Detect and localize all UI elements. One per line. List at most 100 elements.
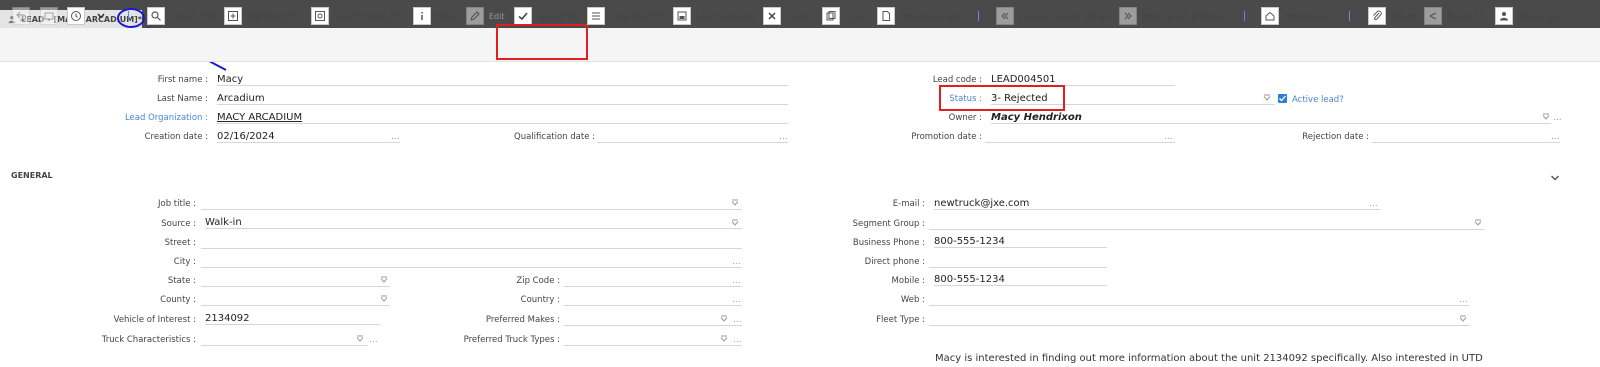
selection-button[interactable]: Selection (F3) [587,6,665,26]
truck-characteristics-select[interactable] [201,334,368,346]
segment-group-select[interactable] [929,218,1485,230]
save-button[interactable]: Save (F10) [514,6,580,26]
resources-button[interactable]: Resources [1495,6,1559,26]
more-dropdown-button[interactable] [96,6,106,26]
qualification-date-field[interactable] [597,131,788,143]
dropdown-icon[interactable] [1263,94,1271,102]
chevron-down-icon[interactable] [1550,174,1560,182]
web-field[interactable] [929,294,1469,306]
redo-button[interactable] [40,6,58,26]
toolbar-separator [1244,11,1245,21]
preferred-truck-types-select[interactable] [564,334,742,346]
ellipsis-icon[interactable]: ... [733,335,742,345]
add-new-button[interactable]: Add New (F6) [224,6,301,26]
vehicle-of-interest-field[interactable]: 2134092 [205,313,380,325]
dropdown-icon[interactable] [731,199,739,207]
dropdown-icon[interactable] [1459,315,1467,323]
double-chevron-left-icon [1001,12,1009,20]
dropdown-icon[interactable] [731,219,739,227]
city-field[interactable] [201,256,742,268]
history-button[interactable] [67,6,85,26]
vehicle-of-interest-label: Vehicle of Interest : [113,315,196,325]
undo-icon [16,11,27,21]
save-highlight-box [496,24,588,60]
ellipsis-icon[interactable]: ... [733,315,742,325]
dropdown-icon[interactable] [380,276,388,284]
creation-date-label: Creation date : [144,132,208,142]
job-title-label: Job title : [158,199,196,209]
street-field[interactable] [201,237,742,249]
owner-field[interactable]: Macy Hendrixon [991,112,1551,124]
lead-organization-link[interactable]: Lead Organization : [125,113,208,123]
copy-button[interactable]: Copy [822,6,865,26]
ellipsis-icon[interactable]: ... [1369,199,1378,209]
ellipsis-icon[interactable]: ... [732,295,741,305]
dropdown-icon[interactable] [380,295,388,303]
ellipsis-icon[interactable]: ... [779,132,788,142]
document-icon [882,11,890,21]
undo-button[interactable] [12,6,30,26]
ellipsis-icon[interactable]: ... [732,276,741,286]
ellipsis-icon[interactable]: ... [732,257,741,267]
county-select[interactable] [201,294,390,306]
edit-button[interactable]: Edit [466,6,505,26]
delete-button[interactable]: Delete [763,6,812,26]
promotion-date-field[interactable] [985,131,1175,143]
dropdown-icon[interactable] [1474,219,1482,227]
creation-date-field[interactable]: 02/16/2024 [217,131,400,143]
search-button[interactable]: Search (F4) [147,6,216,26]
search-mode-button[interactable]: Search mode (F7) [311,6,405,26]
home-page-button[interactable]: Home page [1261,6,1330,26]
edit-icon [470,11,480,21]
last-name-field[interactable]: Arcadium [217,93,788,105]
ellipsis-icon[interactable]: ... [1164,132,1173,142]
ellipsis-icon[interactable]: ... [369,335,378,345]
web-label: Web : [900,295,925,305]
active-lead-checkbox[interactable] [1278,94,1287,103]
toolbar-separator [978,11,979,21]
list-icon [592,12,600,20]
fleet-type-select[interactable] [929,314,1470,326]
next-record-button[interactable]: Next record (PgDwn) [1119,6,1225,26]
first-name-field[interactable]: Macy [217,74,788,86]
lead-organization-field[interactable]: MACY ARCADIUM [217,112,788,124]
new-document-button[interactable]: New document [877,6,960,26]
ellipsis-icon[interactable]: ... [1551,132,1560,142]
business-phone-field[interactable]: 800-555-1234 [934,236,1107,248]
home-icon [1265,11,1275,21]
qualification-date-label: Qualification date : [514,132,595,142]
lead-notes-text[interactable]: Macy is interested in finding out more i… [935,353,1483,364]
country-field[interactable] [564,294,742,306]
ellipsis-icon[interactable]: ... [391,132,400,142]
rejection-date-label: Rejection date : [1302,132,1369,142]
mobile-field[interactable]: 800-555-1234 [934,274,1107,286]
source-select[interactable]: Walk-in [205,217,742,229]
dropdown-icon[interactable] [1542,113,1550,121]
rejection-date-field[interactable] [1372,131,1560,143]
zip-code-field[interactable] [564,275,742,287]
direct-phone-label: Direct phone : [864,257,925,267]
preferred-makes-select[interactable] [564,314,742,326]
preferred-makes-label: Preferred Makes : [485,315,560,325]
relate-to-button[interactable]: Relate to [1424,6,1483,26]
dropdown-icon[interactable] [356,335,364,343]
share-icon [1429,12,1437,20]
attach-button[interactable]: Attach [1368,6,1417,26]
fleet-type-label: Fleet Type : [876,315,925,325]
resources-icon [1500,12,1508,21]
copy-icon [826,11,836,21]
email-label: E-mail : [892,199,925,209]
dropdown-icon[interactable] [720,335,728,343]
ellipsis-icon[interactable]: ... [1553,113,1562,123]
state-select[interactable] [201,275,390,287]
job-title-select[interactable] [201,198,742,210]
load-template-button[interactable]: Load template [673,6,754,26]
previous-record-button[interactable]: Previous record (PgUp) [996,6,1111,26]
dropdown-icon[interactable] [720,315,728,323]
segment-group-label: Segment Group : [852,219,925,229]
view-button[interactable]: View [413,6,455,26]
email-field[interactable]: newtruck@jxe.com [934,198,1380,210]
double-chevron-right-icon [1124,12,1132,20]
direct-phone-field[interactable] [929,256,1107,268]
ellipsis-icon[interactable]: ... [1459,295,1468,305]
